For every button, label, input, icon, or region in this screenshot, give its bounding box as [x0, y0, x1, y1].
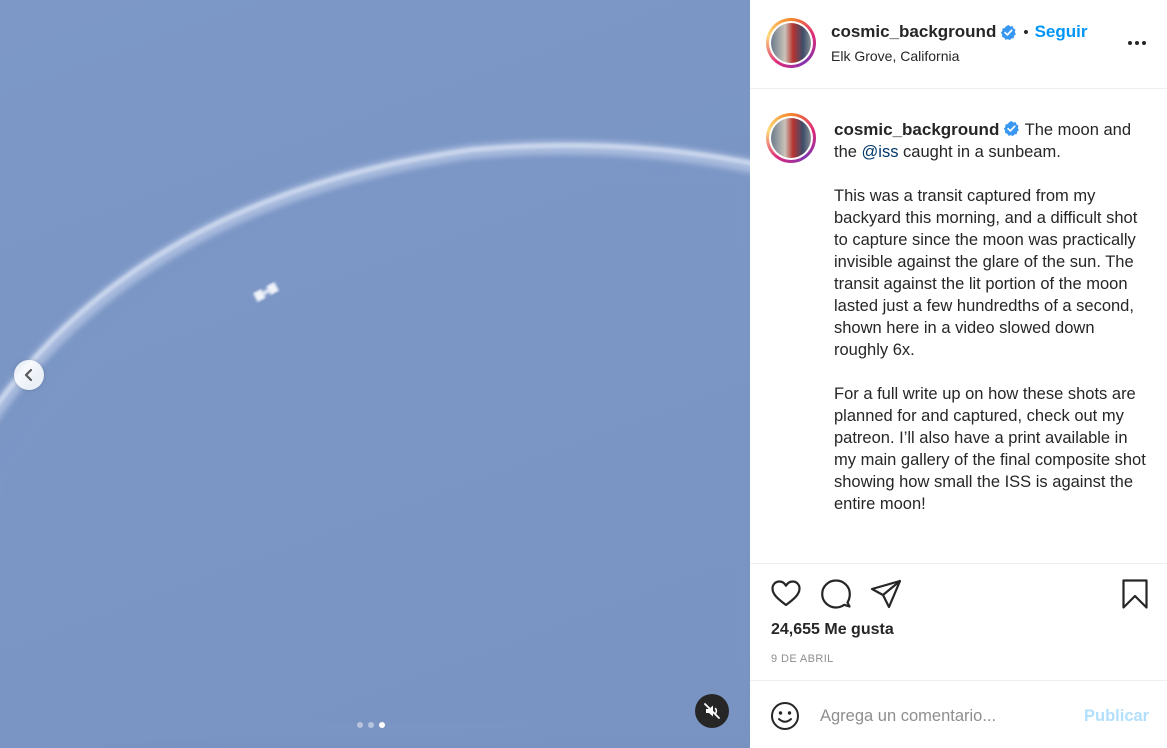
post-header: cosmic_background • Seguir Elk Grove, Ca…: [750, 0, 1167, 89]
comment-bar: Publicar: [750, 680, 1167, 748]
post-date[interactable]: 9 DE ABRIL: [771, 653, 834, 665]
carousel-indicator: [357, 722, 385, 728]
caption-section: cosmic_background The moon and the @iss …: [750, 90, 1167, 563]
emoji-smile-icon[interactable]: [770, 701, 800, 731]
post-actions: 24,655 Me gusta 9 DE ABRIL: [750, 563, 1167, 680]
post-side-panel: cosmic_background • Seguir Elk Grove, Ca…: [750, 0, 1167, 748]
mention-link[interactable]: @iss: [862, 143, 899, 161]
paper-plane-icon[interactable]: [870, 578, 902, 610]
verified-badge-icon: [1004, 120, 1020, 137]
caption-paragraph: For a full write up on how these shots a…: [834, 385, 1146, 513]
avatar[interactable]: [766, 18, 816, 68]
publish-button[interactable]: Publicar: [1084, 707, 1149, 726]
post-caption: cosmic_background The moon and the @iss …: [834, 119, 1146, 515]
post-location[interactable]: Elk Grove, California: [831, 48, 1088, 64]
caption-username[interactable]: cosmic_background: [834, 120, 999, 139]
caption-text: caught in a sunbeam.: [898, 143, 1061, 161]
avatar-image: [771, 118, 811, 158]
speaker-muted-icon: [704, 703, 720, 719]
bookmark-icon[interactable]: [1121, 578, 1149, 610]
carousel-dot: [368, 722, 374, 728]
carousel-dot: [357, 722, 363, 728]
mute-toggle-button[interactable]: [695, 694, 729, 728]
caption-avatar[interactable]: [766, 113, 816, 163]
separator-bullet: •: [1023, 23, 1029, 41]
like-count[interactable]: 24,655 Me gusta: [771, 621, 894, 639]
verified-badge-icon: [1001, 24, 1017, 40]
comment-bubble-icon[interactable]: [820, 578, 852, 610]
comment-input[interactable]: [820, 701, 1060, 731]
author-username[interactable]: cosmic_background: [831, 22, 996, 42]
carousel-dot-active: [379, 722, 385, 728]
moon-crescent-image: [0, 140, 750, 748]
post-media[interactable]: [0, 0, 750, 748]
more-options-icon[interactable]: [1127, 38, 1147, 48]
follow-button[interactable]: Seguir: [1035, 22, 1088, 42]
heart-icon[interactable]: [770, 578, 802, 610]
previous-slide-button[interactable]: [14, 360, 44, 390]
caption-paragraph: This was a transit captured from my back…: [834, 187, 1138, 359]
chevron-left-icon: [24, 368, 33, 382]
avatar-image: [771, 23, 811, 63]
